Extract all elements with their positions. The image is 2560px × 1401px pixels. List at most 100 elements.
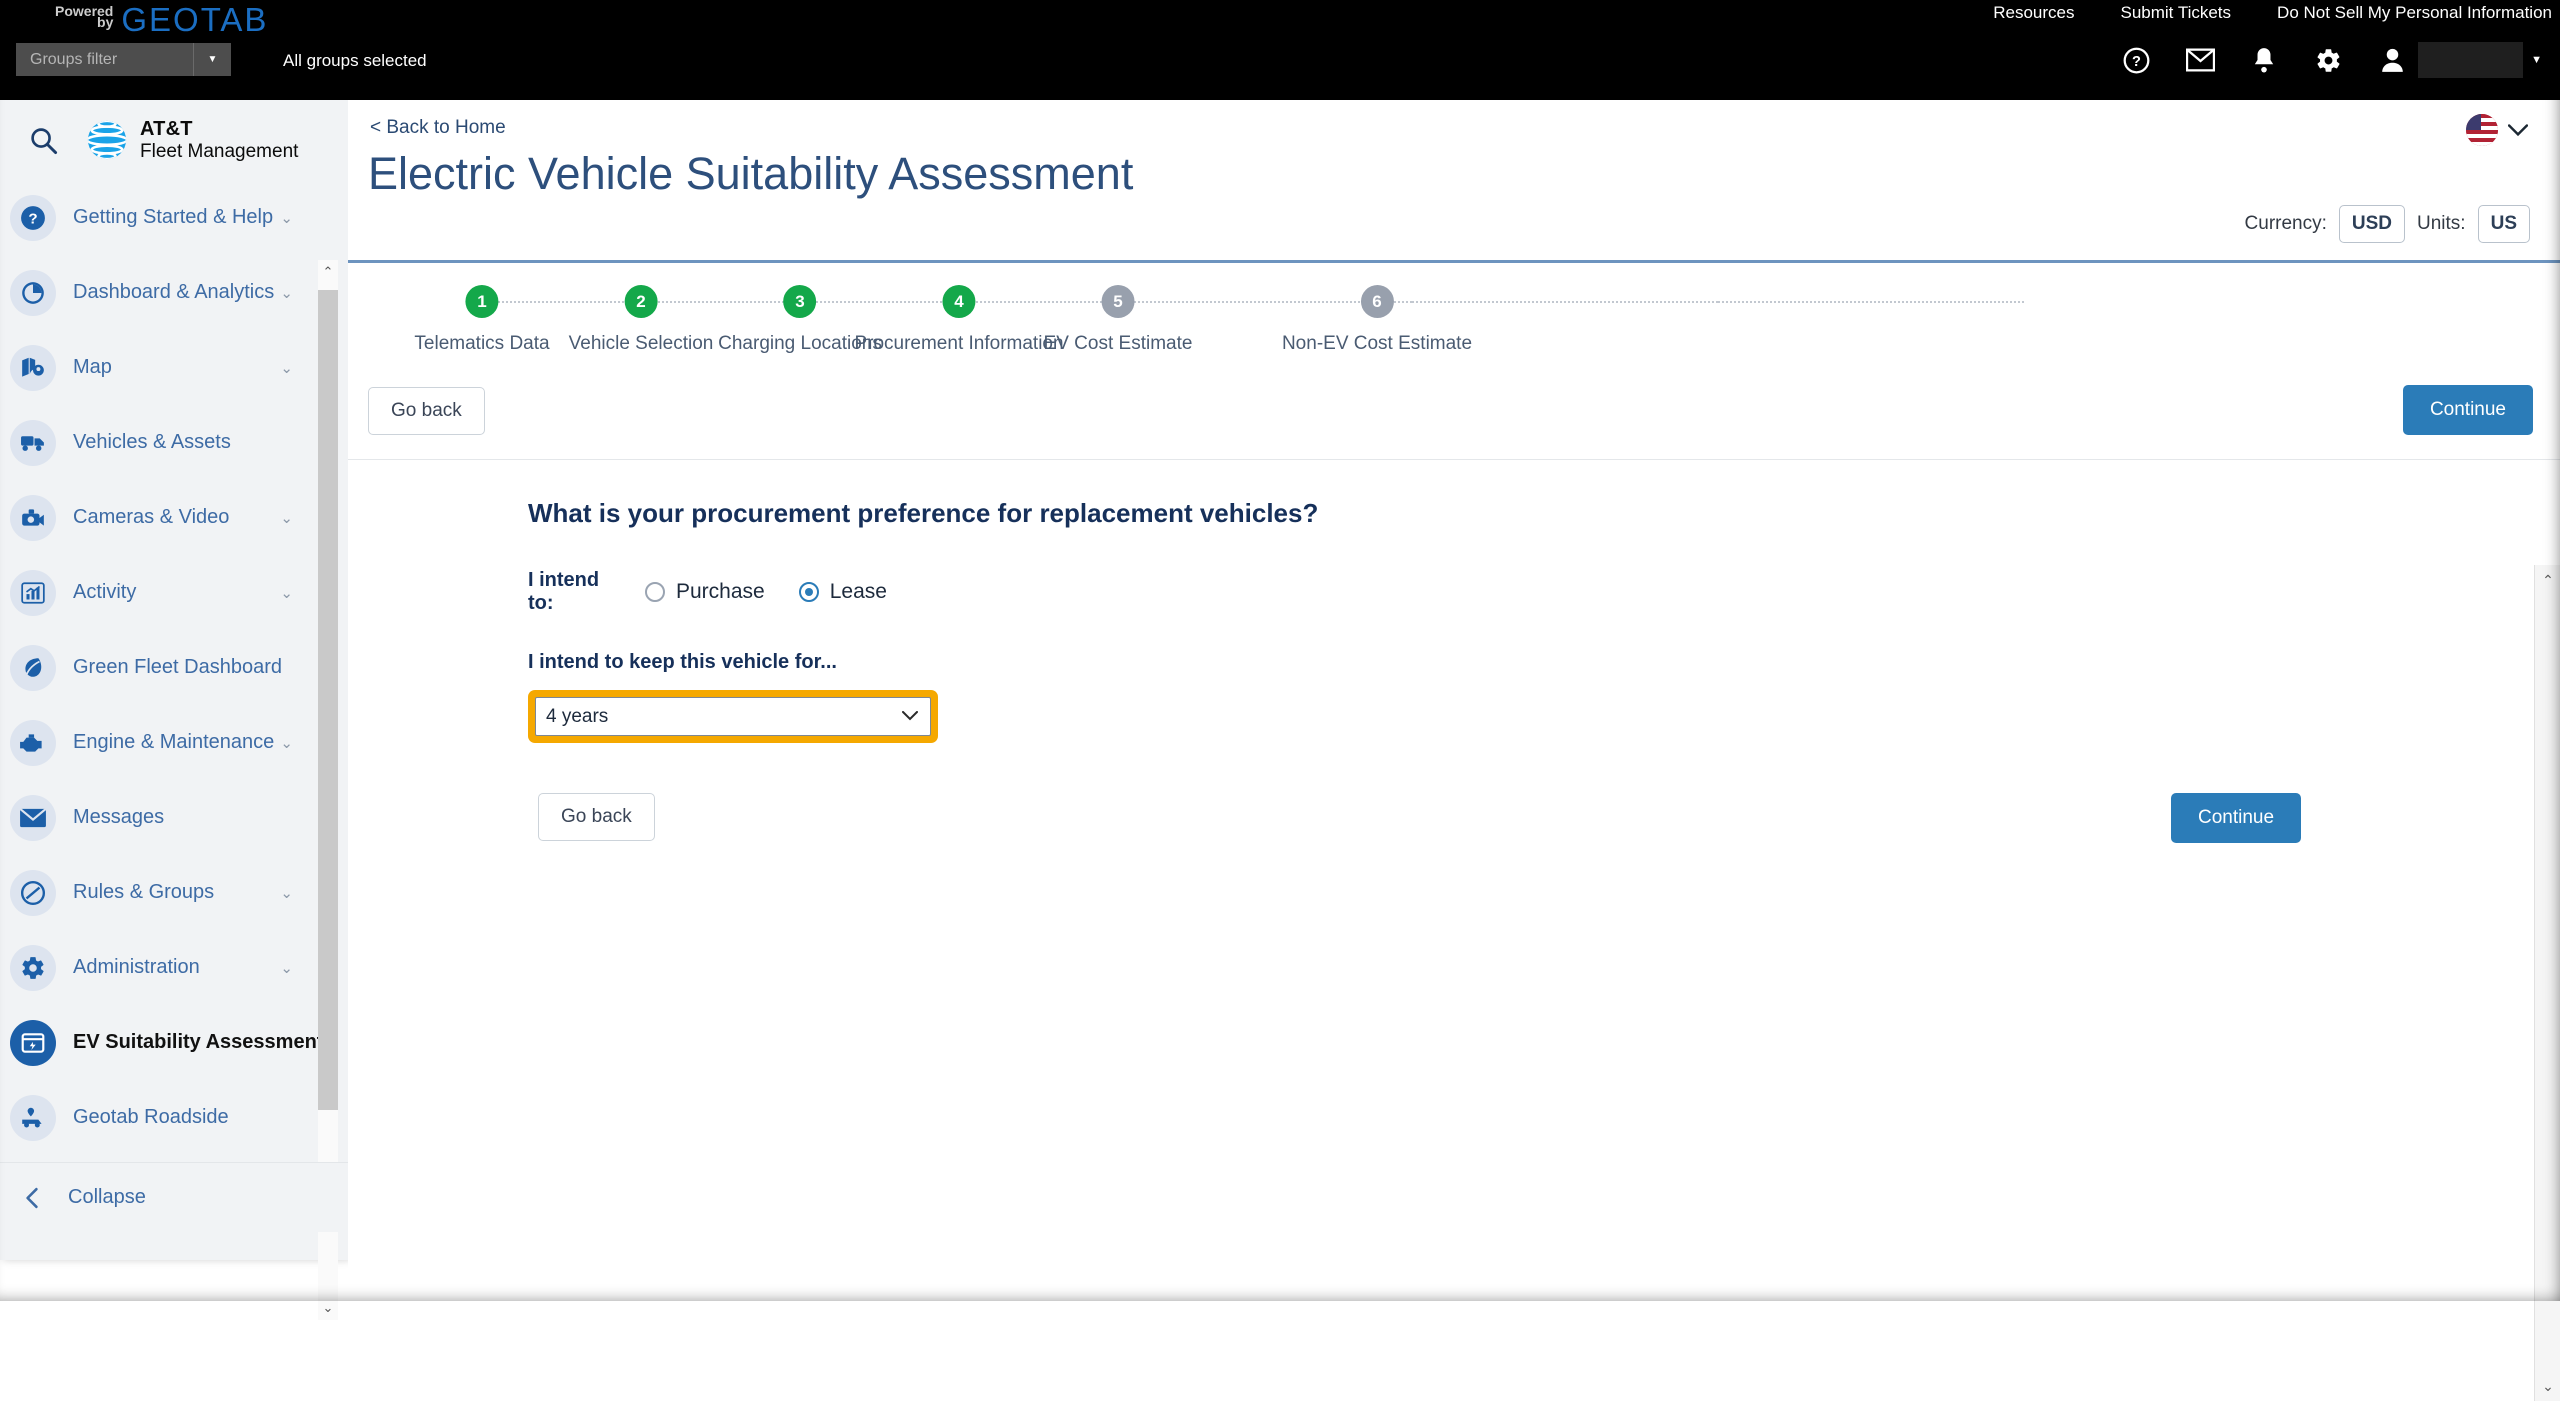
chevron-down-icon[interactable]: [2508, 123, 2528, 137]
att-globe-icon: [87, 120, 127, 160]
duration-select[interactable]: 4 years: [535, 697, 931, 736]
step-number: 4: [942, 285, 976, 318]
camera-icon: [10, 494, 56, 541]
step-5[interactable]: 5 EV Cost Estimate: [1044, 285, 1192, 355]
bell-icon[interactable]: [2232, 38, 2296, 82]
sidebar-item-cameras-video[interactable]: Cameras & Video ⌄: [0, 480, 348, 555]
duration-select-value: 4 years: [546, 705, 609, 727]
sidebar-item-administration[interactable]: Administration ⌄: [0, 930, 348, 1005]
sidebar-item-activity[interactable]: Activity ⌄: [0, 555, 348, 630]
radio-purchase-input[interactable]: [645, 582, 665, 602]
sidebar-item-label: Messages: [73, 806, 165, 828]
att-brand-line2: Fleet Management: [140, 140, 299, 162]
step-2[interactable]: 2 Vehicle Selection: [568, 285, 714, 355]
sidebar-item-geotab-roadside[interactable]: Geotab Roadside: [0, 1080, 348, 1155]
sidebar-item-rules-groups[interactable]: Rules & Groups ⌄: [0, 855, 348, 930]
radio-lease-label: Lease: [829, 580, 887, 603]
chevron-down-icon[interactable]: [902, 711, 918, 722]
step-1[interactable]: 1 Telematics Data: [414, 285, 550, 355]
step-label: Non-EV Cost Estimate: [1281, 333, 1473, 354]
sidebar-item-green-fleet-dashboard[interactable]: Green Fleet Dashboard: [0, 630, 348, 705]
mail-icon[interactable]: [2168, 38, 2232, 82]
chevron-down-icon[interactable]: ▼: [193, 43, 231, 76]
chevron-down-icon[interactable]: ▼: [2531, 54, 2542, 66]
sidebar-item-label: Engine & Maintenance: [73, 731, 275, 753]
map-pin-icon: [10, 344, 56, 391]
att-brand-line1: AT&T: [140, 118, 193, 141]
help-icon[interactable]: ?: [2104, 38, 2168, 82]
units-value[interactable]: US: [2477, 205, 2530, 243]
chevron-down-icon[interactable]: ⌄: [280, 284, 293, 302]
sidebar-scrollbar-thumb[interactable]: [318, 290, 338, 1110]
continue-button-bottom[interactable]: Continue: [2171, 793, 2302, 843]
sidebar-item-label: Cameras & Video: [73, 506, 230, 528]
continue-button-top[interactable]: Continue: [2402, 385, 2533, 435]
groups-filter-input[interactable]: Groups filter: [16, 51, 193, 69]
groups-filter[interactable]: Groups filter ▼: [16, 43, 231, 76]
currency-value[interactable]: USD: [2338, 205, 2406, 243]
chevron-down-icon[interactable]: ⌄: [280, 509, 293, 527]
chevron-down-icon[interactable]: ⌄: [280, 959, 293, 977]
content-scrollbar[interactable]: ⌃ ⌄: [2534, 565, 2560, 1401]
sidebar: AT&T Fleet Management ? Getting Started …: [0, 100, 348, 1320]
step-number: 2: [624, 285, 658, 318]
sidebar-item-engine-maintenance[interactable]: Engine & Maintenance ⌄: [0, 705, 348, 780]
link-submit-tickets[interactable]: Submit Tickets: [2121, 3, 2232, 23]
sidebar-item-map[interactable]: Map ⌄: [0, 330, 348, 405]
locale-selector[interactable]: [2466, 114, 2528, 146]
sidebar-item-label: Administration: [73, 956, 200, 978]
radio-option-lease[interactable]: Lease: [798, 580, 887, 604]
radio-option-purchase[interactable]: Purchase: [645, 580, 765, 604]
step-6[interactable]: 6 Non-EV Cost Estimate: [1282, 285, 1472, 355]
sidebar-collapse-button[interactable]: Collapse: [0, 1162, 348, 1232]
chevron-down-icon[interactable]: ⌄: [280, 359, 293, 377]
search-icon[interactable]: [12, 126, 74, 155]
user-icon[interactable]: [2360, 38, 2424, 82]
svg-text:?: ?: [28, 210, 37, 227]
chevron-down-icon[interactable]: ⌄: [2535, 1373, 2560, 1399]
chevron-up-icon[interactable]: ⌃: [318, 260, 338, 284]
sidebar-item-getting-started[interactable]: ? Getting Started & Help ⌄: [0, 180, 348, 255]
sidebar-item-label: Rules & Groups: [73, 881, 215, 903]
sidebar-item-label: Activity: [73, 581, 137, 603]
intend-to-row: I intend to: Purchase Lease: [528, 569, 2560, 615]
progress-stepper: 1 Telematics Data 2 Vehicle Selection 3 …: [348, 263, 2560, 383]
sidebar-item-ev-suitability-assessment[interactable]: EV Suitability Assessment: [0, 1005, 348, 1080]
chevron-down-icon[interactable]: ⌄: [280, 584, 293, 602]
gear-icon: [10, 944, 56, 991]
chevron-up-icon[interactable]: ⌃: [2535, 567, 2560, 593]
sidebar-item-messages[interactable]: Messages: [0, 780, 348, 855]
chevron-left-icon: [22, 1187, 42, 1209]
bar-chart-icon: [10, 569, 56, 616]
back-to-home-link[interactable]: < Back to Home: [370, 117, 506, 139]
go-back-button-top[interactable]: Go back: [368, 387, 485, 435]
step-number: 1: [465, 285, 499, 318]
sidebar-item-vehicles-assets[interactable]: Vehicles & Assets: [0, 405, 348, 480]
link-resources[interactable]: Resources: [1993, 3, 2074, 23]
geotab-logo: Powered by GEOTAB: [55, 3, 268, 37]
link-do-not-sell[interactable]: Do Not Sell My Personal Information: [2277, 3, 2552, 23]
sidebar-scrollbar[interactable]: ⌃ ⌄: [318, 260, 338, 1320]
content-header: < Back to Home Electric Vehicle Suitabil…: [348, 100, 2560, 260]
no-entry-icon: [10, 869, 56, 916]
powered-by-text: Powered by: [55, 3, 113, 29]
sidebar-item-label: Vehicles & Assets: [73, 431, 231, 453]
sidebar-item-dashboard-analytics[interactable]: Dashboard & Analytics ⌄: [0, 255, 348, 330]
user-name-box[interactable]: [2418, 42, 2524, 78]
units-label: Units:: [2417, 213, 2466, 234]
go-back-button-bottom[interactable]: Go back: [538, 793, 655, 841]
chevron-down-icon[interactable]: ⌄: [280, 884, 293, 902]
engine-icon: [10, 719, 56, 766]
question-icon: ?: [10, 194, 56, 241]
step-label: Vehicle Selection: [568, 333, 714, 354]
step-label: Procurement Information: [854, 333, 1064, 354]
radio-lease-input[interactable]: [798, 582, 819, 602]
chevron-down-icon[interactable]: ⌄: [280, 209, 293, 227]
procurement-form: What is your procurement preference for …: [348, 460, 2560, 853]
chevron-down-icon[interactable]: ⌄: [318, 1296, 338, 1320]
bottom-nav-button-row: Go back Continue: [528, 793, 2560, 853]
gear-icon[interactable]: [2296, 38, 2360, 82]
currency-units-group: Currency: USD Units: US: [2245, 205, 2530, 243]
step-4[interactable]: 4 Procurement Information: [854, 285, 1064, 355]
chevron-down-icon[interactable]: ⌄: [280, 734, 293, 752]
